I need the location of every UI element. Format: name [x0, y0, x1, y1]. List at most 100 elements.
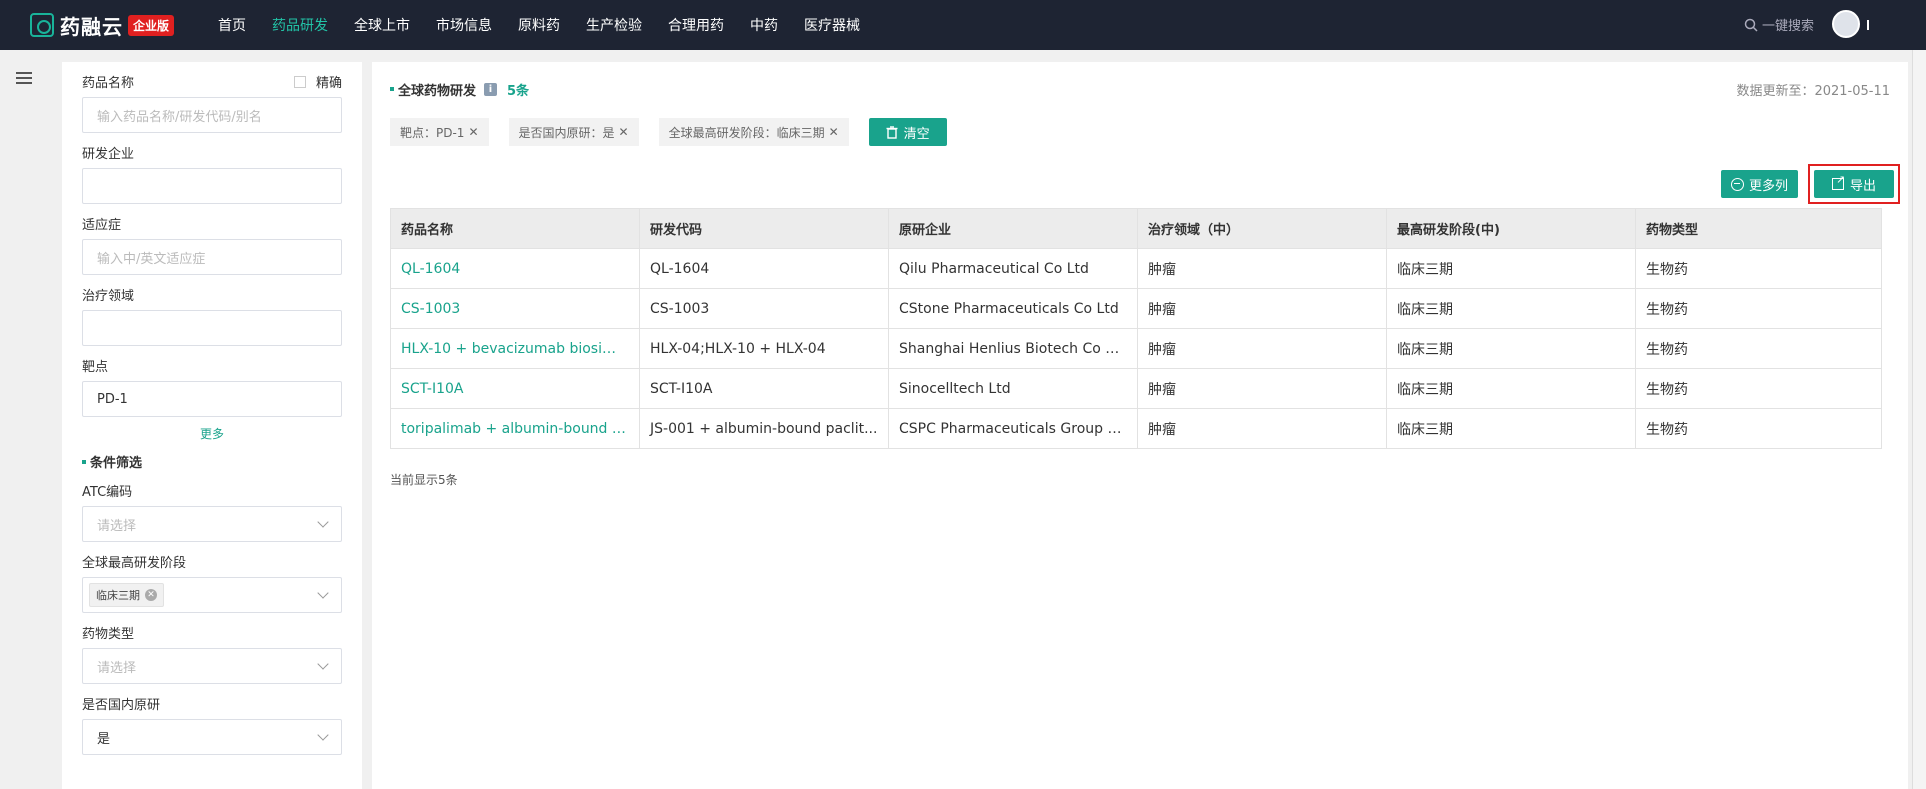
- avatar-menu-icon[interactable]: [1867, 20, 1869, 30]
- menu-toggle-icon[interactable]: [16, 72, 32, 84]
- filter-title-text: 条件筛选: [90, 456, 143, 471]
- drug-name-link[interactable]: toripalimab + albumin-bound p...: [390, 408, 640, 449]
- checkbox-icon: [293, 75, 306, 88]
- filter-tag-domestic: 是否国内原研：是 ✕: [508, 118, 639, 146]
- company-label: 研发企业: [82, 147, 135, 162]
- page-title-text: 全球药物研发: [398, 83, 477, 99]
- domestic-value: 是: [97, 731, 111, 747]
- nav-tcm[interactable]: 中药: [750, 15, 778, 35]
- drug-type-select[interactable]: 请选择: [82, 648, 342, 684]
- therapy-area-label: 治疗领域: [82, 289, 135, 304]
- more-columns-label: 更多列: [1748, 178, 1788, 194]
- col-area[interactable]: 治疗领域（中）: [1137, 208, 1387, 249]
- atc-select[interactable]: 请选择: [82, 506, 342, 542]
- table-cell: Shanghai Henlius Biotech Co Ltd: [888, 328, 1138, 369]
- nav-drug-rd[interactable]: 药品研发: [272, 15, 328, 35]
- domestic-select[interactable]: 是: [82, 719, 342, 755]
- table-cell: 肿瘤: [1137, 288, 1387, 329]
- table-cell: 临床三期: [1386, 248, 1636, 289]
- table-cell: CStone Pharmaceuticals Co Ltd: [888, 288, 1138, 329]
- table-cell: Qilu Pharmaceutical Co Ltd: [888, 248, 1138, 289]
- close-icon[interactable]: ✕: [829, 125, 839, 139]
- active-filters: 靶点：PD-1 ✕ 是否国内原研：是 ✕ 全球最高研发阶段：临床三期 ✕ 清空: [390, 116, 1890, 148]
- result-status: 当前显示5条: [390, 473, 458, 487]
- quick-search[interactable]: 一键搜索: [1744, 15, 1814, 34]
- filter-section-title: 条件筛选: [82, 452, 342, 471]
- export-button[interactable]: 导出: [1813, 170, 1894, 198]
- table-header-row: 药品名称 研发代码 原研企业 治疗领域（中） 最高研发阶段(中) 药物类型: [390, 208, 1882, 249]
- exact-checkbox[interactable]: 精确: [293, 72, 342, 91]
- table-cell: Sinocelltech Ltd: [888, 368, 1138, 409]
- drug-name-link[interactable]: CS-1003: [390, 288, 640, 329]
- table-cell: 肿瘤: [1137, 368, 1387, 409]
- col-type[interactable]: 药物类型: [1635, 208, 1882, 249]
- drug-name-link[interactable]: QL-1604: [390, 248, 640, 289]
- close-icon[interactable]: ✕: [468, 125, 478, 139]
- logo[interactable]: 药融云 企业版: [30, 11, 210, 40]
- filter-tag-text: 全球最高研发阶段：临床三期: [668, 125, 825, 140]
- atc-placeholder: 请选择: [97, 518, 137, 534]
- nav-devices[interactable]: 医疗器械: [804, 15, 860, 35]
- col-drug-name[interactable]: 药品名称: [390, 208, 640, 249]
- drug-name-label: 药品名称: [82, 76, 135, 91]
- main-nav: 首页 药品研发 全球上市 市场信息 原料药 生产检验 合理用药 中药 医疗器械: [218, 15, 886, 35]
- close-icon[interactable]: ✕: [619, 125, 629, 139]
- info-icon[interactable]: i: [484, 82, 498, 96]
- nav-rational-use[interactable]: 合理用药: [668, 15, 724, 35]
- indication-label: 适应症: [82, 218, 122, 233]
- exact-label: 精确: [315, 76, 342, 91]
- more-link[interactable]: 更多: [82, 425, 342, 442]
- nav-home[interactable]: 首页: [218, 15, 246, 35]
- main-panel: 全球药物研发 i 5条 数据更新至：2021-05-11 靶点：PD-1 ✕ 是否…: [372, 62, 1908, 789]
- target-input[interactable]: PD-1: [82, 381, 342, 417]
- avatar[interactable]: [1832, 10, 1860, 38]
- export-label: 导出: [1849, 178, 1876, 194]
- atc-label: ATC编码: [82, 485, 133, 500]
- stage-select[interactable]: 临床三期 ✕: [82, 577, 342, 613]
- table-cell: 生物药: [1635, 288, 1882, 329]
- nav-production[interactable]: 生产检验: [586, 15, 642, 35]
- table-cell: 肿瘤: [1137, 408, 1387, 449]
- nav-market-info[interactable]: 市场信息: [436, 15, 492, 35]
- remove-tag-icon[interactable]: ✕: [145, 589, 157, 601]
- therapy-area-input[interactable]: [82, 310, 342, 346]
- company-input[interactable]: [82, 168, 342, 204]
- indication-input[interactable]: 输入中/英文适应症: [82, 239, 342, 275]
- filter-tag-target: 靶点：PD-1 ✕: [390, 118, 489, 146]
- clear-label: 清空: [903, 126, 930, 142]
- section-marker-icon: [82, 459, 86, 464]
- clear-button[interactable]: 清空: [868, 118, 947, 146]
- col-code[interactable]: 研发代码: [639, 208, 889, 249]
- chevron-down-icon: [317, 658, 329, 670]
- trash-icon: [886, 125, 898, 139]
- search-icon: [1744, 18, 1758, 32]
- nav-api[interactable]: 原料药: [518, 15, 560, 35]
- table-row: toripalimab + albumin-bound p... JS-001 …: [390, 408, 1882, 449]
- table-cell: JS-001 + albumin-bound paclit...: [639, 408, 889, 449]
- section-marker-icon: [390, 87, 394, 91]
- domestic-label: 是否国内原研: [82, 698, 161, 713]
- table-cell: 临床三期: [1386, 368, 1636, 409]
- logo-icon: [30, 13, 54, 37]
- drug-name-link[interactable]: HLX-10 + bevacizumab biosimilar: [390, 328, 640, 369]
- drug-name-input[interactable]: 输入药品名称/研发代码/别名: [82, 97, 342, 133]
- col-company[interactable]: 原研企业: [888, 208, 1138, 249]
- table-row: SCT-I10A SCT-I10A Sinocelltech Ltd 肿瘤 临床…: [390, 368, 1882, 409]
- update-date: 数据更新至：2021-05-11: [1736, 83, 1890, 99]
- edition-badge: 企业版: [128, 14, 175, 36]
- table-cell: HLX-04;HLX-10 + HLX-04: [639, 328, 889, 369]
- table-cell: SCT-I10A: [639, 368, 889, 409]
- more-columns-button[interactable]: 更多列: [1720, 170, 1798, 198]
- drug-name-link[interactable]: SCT-I10A: [390, 368, 640, 409]
- table-row: HLX-10 + bevacizumab biosimilar HLX-04;H…: [390, 328, 1882, 369]
- chevron-down-icon: [317, 516, 329, 528]
- filter-tag-stage: 全球最高研发阶段：临床三期 ✕: [658, 118, 849, 146]
- table-cell: 临床三期: [1386, 288, 1636, 329]
- minus-circle-icon: [1730, 177, 1744, 191]
- table-cell: QL-1604: [639, 248, 889, 289]
- chevron-down-icon: [317, 729, 329, 741]
- export-highlight: 导出: [1807, 164, 1900, 204]
- nav-global-launch[interactable]: 全球上市: [354, 15, 410, 35]
- col-stage[interactable]: 最高研发阶段(中): [1386, 208, 1636, 249]
- scrollbar[interactable]: [1912, 50, 1926, 789]
